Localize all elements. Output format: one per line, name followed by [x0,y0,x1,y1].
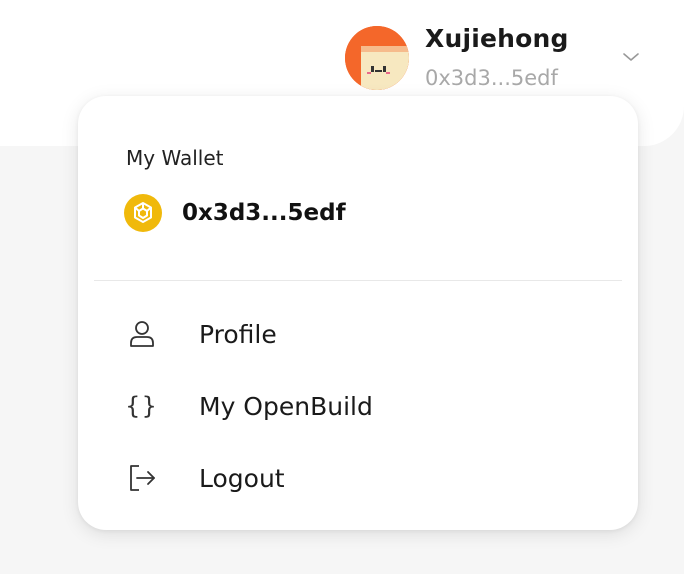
user-icon [124,316,160,352]
menu-item-logout[interactable]: Logout [124,452,584,504]
avatar[interactable] [345,26,409,90]
user-address: 0x3d3...5edf [425,66,558,90]
menu-item-profile[interactable]: Profile [124,308,584,360]
braces-icon: {} [125,392,159,420]
logout-icon [124,460,160,496]
user-name: Xujiehong [425,24,569,53]
avatar-face-icon [345,26,409,90]
menu-item-label: My OpenBuild [199,391,373,421]
bnb-icon [124,194,162,232]
wallet-title: My Wallet [126,146,224,170]
wallet-address: 0x3d3...5edf [182,200,346,226]
menu-item-my-openbuild[interactable]: {} My OpenBuild [124,380,584,432]
wallet-address-row[interactable]: 0x3d3...5edf [124,194,346,232]
account-dropdown-menu: My Wallet 0x3d3...5edf Profile {} My Ope… [78,96,638,530]
menu-item-label: Logout [199,463,285,493]
divider [94,280,622,281]
menu-item-label: Profile [199,319,277,349]
chevron-down-icon[interactable] [621,50,641,64]
